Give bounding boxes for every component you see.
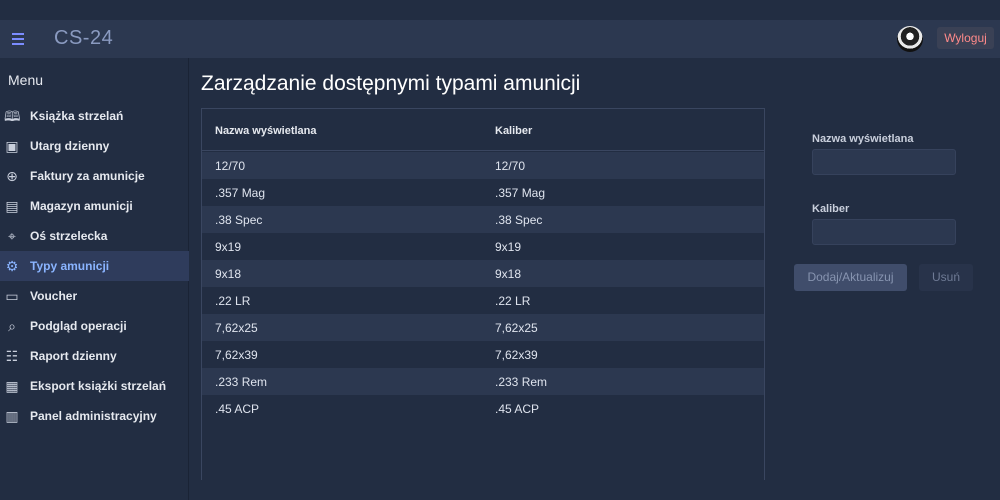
app-header: CS-24 Wyloguj: [0, 20, 1000, 58]
table-row[interactable]: .38 Spec .38 Spec: [202, 206, 764, 233]
sidebar: Menu 🕮 Książka strzelań ▣ Utarg dzienny ⊕ Fak…: [0, 58, 189, 500]
sidebar-item-label: Eksport książki strzelań: [30, 379, 167, 393]
caliber-field[interactable]: [812, 219, 956, 245]
sidebar-item-typy-amunicji[interactable]: ⚙ Typy amunicji: [0, 251, 189, 281]
sidebar-item-label: Podgląd operacji: [30, 319, 127, 333]
card-icon: ▭: [5, 288, 19, 304]
avatar[interactable]: [897, 26, 923, 52]
table-row[interactable]: 9x19 9x19: [202, 233, 764, 260]
table-row[interactable]: 7,62x25 7,62x25: [202, 314, 764, 341]
plus-circle-icon: ⊕: [6, 168, 18, 184]
delete-button[interactable]: Usuń: [919, 264, 973, 291]
sidebar-item-label: Typy amunicji: [30, 259, 110, 273]
table-row[interactable]: 12/70 12/70: [202, 152, 764, 179]
sidebar-item-label: Faktury za amunicje: [30, 169, 145, 183]
table-row[interactable]: 9x18 9x18: [202, 260, 764, 287]
cell-display-name: 7,62x39: [215, 348, 258, 362]
sidebar-item-label: Magazyn amunicji: [30, 199, 133, 213]
ammo-types-table: Nazwa wyświetlana Kaliber 12/70 12/70 .357…: [201, 108, 765, 480]
cell-caliber: 7,62x25: [495, 321, 538, 335]
sidebar-item-panel-administracyjny[interactable]: ▥ Panel administracyjny: [0, 401, 189, 431]
table-row[interactable]: .357 Mag .357 Mag: [202, 179, 764, 206]
cell-caliber: .45 ACP: [495, 402, 540, 416]
cell-caliber: .233 Rem: [495, 375, 548, 389]
column-header-caliber[interactable]: Kaliber: [495, 125, 532, 137]
sidebar-item-magazyn-amunicji[interactable]: ▤ Magazyn amunicji: [0, 191, 189, 221]
cash-icon: ▣: [5, 138, 19, 154]
cell-display-name: .233 Rem: [215, 375, 268, 389]
top-strip: [0, 0, 1000, 20]
archive-icon: ▦: [5, 378, 19, 394]
brand-name: CS-24: [54, 27, 114, 49]
table-row[interactable]: 7,62x39 7,62x39: [202, 341, 764, 368]
cell-caliber: 9x19: [495, 240, 522, 254]
table-row[interactable]: .233 Rem .233 Rem: [202, 368, 764, 395]
gears-icon: ⚙: [5, 258, 19, 274]
add-update-button[interactable]: Dodaj/Aktualizuj: [794, 264, 907, 291]
name-field[interactable]: [812, 149, 956, 175]
cabinet-icon: ▤: [5, 198, 19, 214]
sidebar-item-label: Voucher: [30, 289, 78, 303]
cell-caliber: 9x18: [495, 267, 522, 281]
cell-caliber: .357 Mag: [495, 186, 546, 200]
search-icon: ⌕: [8, 318, 16, 334]
cell-caliber: 12/70: [495, 159, 526, 173]
cell-caliber: .22 LR: [495, 294, 531, 308]
sidebar-item-utarg-dzienny[interactable]: ▣ Utarg dzienny: [0, 131, 189, 161]
caliber-field-label: Kaliber: [812, 203, 850, 215]
building-icon: ▥: [5, 408, 19, 424]
table-row[interactable]: .22 LR .22 LR: [202, 287, 764, 314]
cell-display-name: .38 Spec: [215, 213, 263, 227]
sidebar-item-oś-strzelecka[interactable]: ⌖ Oś strzelecka: [0, 221, 189, 251]
crosshair-icon: ⌖: [8, 228, 16, 244]
sidebar-item-faktury-za-amunicje[interactable]: ⊕ Faktury za amunicje: [0, 161, 189, 191]
sidebar-item-label: Oś strzelecka: [30, 229, 108, 243]
sidebar-item-eksport-książki-strzelań[interactable]: ▦ Eksport książki strzelań: [0, 371, 189, 401]
sidebar-item-raport-dzienny[interactable]: ☷ Raport dzienny: [0, 341, 189, 371]
logout-button[interactable]: Wyloguj: [937, 27, 994, 49]
sidebar-item-label: Utarg dzienny: [30, 139, 110, 153]
hamburger-menu-icon[interactable]: [12, 30, 26, 48]
cell-display-name: 7,62x25: [215, 321, 258, 335]
cell-display-name: .22 LR: [215, 294, 251, 308]
cell-display-name: 9x19: [215, 240, 242, 254]
cell-caliber: 7,62x39: [495, 348, 538, 362]
page-title: Zarządzanie dostępnymi typami amunicji: [201, 72, 581, 95]
sidebar-item-label: Panel administracyjny: [30, 409, 157, 423]
sidebar-item-podgląd-operacji[interactable]: ⌕ Podgląd operacji: [0, 311, 189, 341]
table-header: Nazwa wyświetlana Kaliber: [202, 109, 764, 151]
cell-caliber: .38 Spec: [495, 213, 543, 227]
sidebar-item-label: Książka strzelań: [30, 109, 124, 123]
cell-display-name: 12/70: [215, 159, 246, 173]
cell-display-name: 9x18: [215, 267, 242, 281]
cell-display-name: .45 ACP: [215, 402, 260, 416]
sidebar-item-voucher[interactable]: ▭ Voucher: [0, 281, 189, 311]
sidebar-item-label: Raport dzienny: [30, 349, 117, 363]
sidebar-title: Menu: [8, 72, 44, 88]
table-row[interactable]: .45 ACP .45 ACP: [202, 395, 764, 422]
name-field-label: Nazwa wyświetlana: [812, 133, 914, 145]
column-header-display-name[interactable]: Nazwa wyświetlana: [215, 125, 317, 137]
report-icon: ☷: [5, 348, 19, 364]
book-icon: 🕮: [4, 108, 21, 124]
cell-display-name: .357 Mag: [215, 186, 266, 200]
sidebar-item-książka-strzelań[interactable]: 🕮 Książka strzelań: [0, 101, 189, 131]
